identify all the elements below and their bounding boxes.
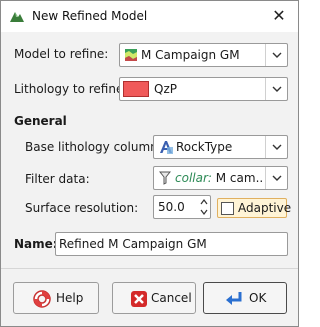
enter-arrow-icon: [226, 292, 242, 305]
name-field[interactable]: [55, 232, 288, 256]
lifebuoy-icon: [33, 290, 51, 308]
lithology-label: Lithology to refine:: [14, 82, 128, 96]
geological-model-icon: [125, 49, 137, 61]
chevron-down-icon: [272, 86, 282, 92]
chevron-down-icon: [272, 52, 282, 58]
lithology-dropdown-toggle[interactable]: [265, 78, 287, 100]
name-label: Name:: [14, 237, 58, 251]
lithology-select[interactable]: QzP: [119, 77, 288, 101]
filter-funnel-icon: [159, 171, 171, 185]
chevron-up-icon[interactable]: [200, 199, 208, 205]
filter-data-select[interactable]: collar: M cam...: [153, 166, 288, 190]
ok-button-label: OK: [249, 291, 267, 305]
model-dropdown-toggle[interactable]: [265, 44, 287, 66]
cancel-button-label: Cancel: [151, 291, 192, 305]
model-select[interactable]: M Campaign GM: [119, 43, 288, 67]
category-column-icon: [160, 141, 173, 154]
chevron-down-icon[interactable]: [200, 209, 208, 215]
chevron-down-icon: [272, 144, 282, 150]
button-separator: [1, 268, 298, 269]
lithology-color-swatch: [123, 81, 149, 97]
spinbox-arrows: [198, 196, 210, 218]
model-label: Model to refine:: [14, 47, 109, 61]
model-value: M Campaign GM: [141, 48, 240, 62]
surface-resolution-spinbox[interactable]: 50.0: [153, 195, 211, 219]
filter-value-text: collar: M cam...: [175, 171, 263, 185]
name-input[interactable]: [59, 236, 284, 252]
lithology-value: QzP: [154, 82, 177, 96]
adaptive-checkbox-box[interactable]: [221, 202, 234, 215]
close-button[interactable]: ✕: [266, 6, 292, 26]
surface-resolution-label: Surface resolution:: [25, 201, 139, 215]
base-lithology-select[interactable]: RockType: [153, 135, 288, 159]
filter-dropdown-toggle[interactable]: [265, 167, 287, 189]
app-logo-icon: [10, 12, 24, 22]
filter-data-label: Filter data:: [25, 172, 90, 186]
adaptive-checkbox[interactable]: Adaptive: [217, 198, 291, 218]
base-lithology-label: Base lithology column:: [25, 140, 162, 154]
chevron-down-icon: [272, 175, 282, 181]
adaptive-label: Adaptive: [238, 201, 292, 215]
filter-prefix: collar:: [175, 171, 212, 185]
dialog-window: New Refined Model ✕ Model to refine: M C…: [0, 0, 299, 327]
title-bar: New Refined Model ✕: [1, 1, 298, 32]
help-button-label: Help: [56, 291, 84, 305]
general-heading: General: [14, 114, 67, 128]
cancel-button[interactable]: Cancel: [112, 282, 196, 314]
base-lithology-value: RockType: [176, 140, 233, 154]
surface-resolution-value: 50.0: [158, 200, 185, 214]
ok-button[interactable]: OK: [203, 282, 287, 314]
window-title: New Refined Model: [32, 9, 148, 23]
cancel-x-icon: [131, 291, 147, 307]
base-lithology-dropdown-toggle[interactable]: [265, 136, 287, 158]
filter-value: M cam...: [215, 171, 263, 185]
help-button[interactable]: Help: [13, 282, 99, 314]
dialog-body: Model to refine: M Campaign GM Lithology…: [1, 32, 298, 326]
